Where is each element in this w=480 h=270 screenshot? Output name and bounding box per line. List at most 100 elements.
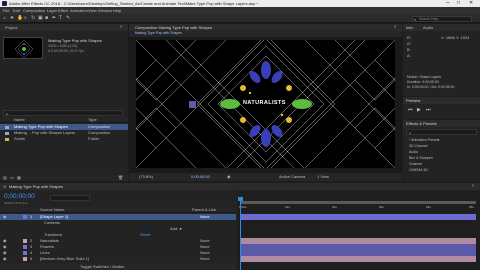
effects-category[interactable]: * Animation Presets — [409, 138, 440, 143]
layer-row[interactable]: ◉ 5 [Medium Grey-Blue Solid 1] None — [0, 256, 236, 262]
layer-name: Flowers — [40, 244, 55, 249]
maximize-button[interactable]: □ — [457, 0, 460, 6]
effects-category[interactable]: Channel — [409, 162, 422, 167]
info-g: G: — [407, 41, 412, 46]
playhead[interactable] — [240, 199, 241, 270]
effects-tab[interactable]: Effects & Presets — [406, 121, 437, 126]
zoom-tool-icon[interactable]: ⌕ — [24, 16, 27, 21]
panel-menu-icon[interactable]: ≡ — [120, 25, 122, 29]
timeline-menu-icon[interactable]: ≡ — [472, 184, 474, 188]
visibility-eye-icon[interactable]: ◉ — [3, 250, 7, 255]
layer-parent[interactable]: None — [200, 215, 210, 219]
type-tool-icon[interactable]: T — [59, 16, 62, 21]
interpret-footage-icon[interactable]: ▤ — [3, 175, 7, 180]
menu-composition[interactable]: Composition — [23, 8, 45, 13]
layer-label-color[interactable] — [23, 257, 27, 261]
effects-category[interactable]: CINEMA 4D — [409, 168, 428, 173]
camera-snapshot-icon[interactable]: ◉ — [227, 174, 231, 179]
close-tab-icon[interactable]: ✕ — [3, 184, 6, 189]
preview-tab[interactable]: Preview — [406, 98, 420, 103]
menu-effect[interactable]: Effect — [58, 8, 68, 13]
visibility-eye-icon[interactable]: ◉ — [3, 238, 7, 243]
home-icon[interactable]: ⌂ — [3, 16, 6, 21]
comp-panel-menu-icon[interactable]: ≡ — [394, 25, 396, 29]
work-area-bar[interactable] — [241, 201, 476, 204]
views-dropdown[interactable]: 1 View — [317, 175, 329, 179]
first-frame-icon[interactable]: ⏮ — [408, 108, 413, 113]
play-icon[interactable]: ▶ — [417, 108, 421, 113]
brush-tool-icon[interactable]: ✎ — [66, 16, 70, 21]
menu-edit[interactable]: Edit — [13, 8, 20, 13]
view-mode-dropdown[interactable]: Active Camera — [279, 175, 305, 179]
menu-window[interactable]: Window — [98, 8, 112, 13]
menu-help[interactable]: Help — [113, 8, 121, 13]
layer-name: [Medium Grey-Blue Solid 1] — [40, 256, 89, 261]
comp-breadcrumb[interactable]: Making Type Pop with Shapes — [135, 31, 182, 36]
pen-tool-icon[interactable]: ✒ — [52, 16, 56, 21]
layer-label-color[interactable] — [23, 239, 27, 243]
visibility-eye-icon[interactable]: ◉ — [3, 214, 7, 219]
layer-parent[interactable]: None — [200, 239, 210, 243]
layer-parent[interactable]: None — [200, 257, 210, 261]
toggle-switches-modes[interactable]: Toggle Switches / Modes — [80, 264, 124, 269]
new-folder-icon[interactable]: ▭ — [10, 175, 14, 180]
minimize-button[interactable]: – — [446, 0, 449, 6]
rotate-tool-icon[interactable]: ↻ — [31, 16, 35, 21]
col-type[interactable]: Type — [88, 118, 97, 122]
current-time-display[interactable]: 0;00;00;00 — [191, 175, 210, 179]
track-area[interactable]: 0:00s 01s 02s 03s 04s 05s — [237, 191, 480, 270]
magnification-dropdown[interactable]: (73.8%) — [139, 175, 153, 179]
folder-icon — [5, 137, 9, 141]
menu-view[interactable]: View — [88, 8, 97, 13]
menu-file[interactable]: File — [3, 8, 9, 13]
effects-category[interactable]: 3D Channel — [409, 144, 427, 149]
layer-label-color[interactable] — [23, 245, 27, 249]
effects-search-input[interactable]: ρ — [406, 129, 477, 135]
property-name: Contents — [44, 220, 61, 225]
hand-tool-icon[interactable]: ✋ — [17, 16, 23, 21]
project-search-input[interactable]: ρ — [3, 110, 123, 116]
layer-parent[interactable]: None — [200, 251, 210, 255]
composition-tab[interactable]: Composition Making Type Pop with Shapes — [135, 25, 212, 30]
project-item[interactable]: Solids Folder — [0, 136, 128, 142]
effects-category[interactable]: Audio — [409, 150, 418, 155]
col-source-name: Source Name — [40, 207, 65, 212]
menu-layer[interactable]: Layer — [47, 8, 57, 13]
layer-label-color[interactable] — [23, 215, 27, 219]
layer-parent[interactable]: None — [200, 245, 210, 249]
new-composition-icon[interactable]: ▦ — [17, 175, 21, 180]
comp-breadcrumb-bar: Making Type Pop with Shapes — [129, 31, 402, 37]
layer-label-color[interactable] — [23, 251, 27, 255]
thumb-info-duration: Δ 0;00;05;00, 29.97 fps — [48, 49, 85, 53]
last-frame-icon[interactable]: ⏭ — [426, 108, 431, 113]
audio-tab[interactable]: Audio — [423, 25, 433, 30]
search-help-field[interactable]: ⌕ Search Help — [412, 16, 472, 22]
timeline-search-input[interactable] — [50, 195, 90, 201]
ruler-tick: 04s — [426, 205, 431, 209]
layer-track-bar[interactable] — [241, 256, 476, 262]
project-columns: Name Type — [0, 117, 128, 123]
layer-track-bar[interactable] — [241, 214, 476, 220]
selection-tool-icon[interactable]: ➤ — [10, 16, 14, 21]
timeline-current-time[interactable]: 0;00;00;00 — [4, 193, 35, 201]
layer-number: 1 — [30, 214, 33, 219]
composition-panel-header: Composition Making Type Pop with Shapes … — [129, 24, 402, 31]
effects-presets-panel: Effects & Presets ρ * Animation Presets … — [403, 120, 480, 181]
info-tab[interactable]: Info — [406, 25, 413, 30]
effects-category[interactable]: Blur & Sharpen — [409, 156, 433, 161]
timeline-tab[interactable]: Making Type Pop with Shapes — [9, 184, 63, 189]
search-help-placeholder: Search Help — [419, 16, 439, 21]
trash-icon[interactable]: 🗑 — [118, 175, 123, 180]
playhead-handle[interactable] — [238, 197, 243, 201]
close-button[interactable]: ✕ — [469, 0, 473, 6]
visibility-eye-icon[interactable]: ◉ — [3, 256, 7, 261]
timeline-frame-info: 00000 (29.97 fps) — [4, 201, 28, 205]
shape-tool-icon[interactable]: ■ — [45, 16, 48, 21]
composition-canvas[interactable]: NATURALISTS — [136, 40, 395, 168]
camera-tool-icon[interactable]: ▣ — [38, 16, 43, 21]
visibility-eye-icon[interactable]: ◉ — [3, 244, 7, 249]
col-name[interactable]: Name — [14, 118, 25, 122]
project-tab[interactable]: Project — [5, 25, 17, 30]
menu-animation[interactable]: Animation — [70, 8, 88, 13]
property-reset[interactable]: Reset — [140, 233, 150, 237]
